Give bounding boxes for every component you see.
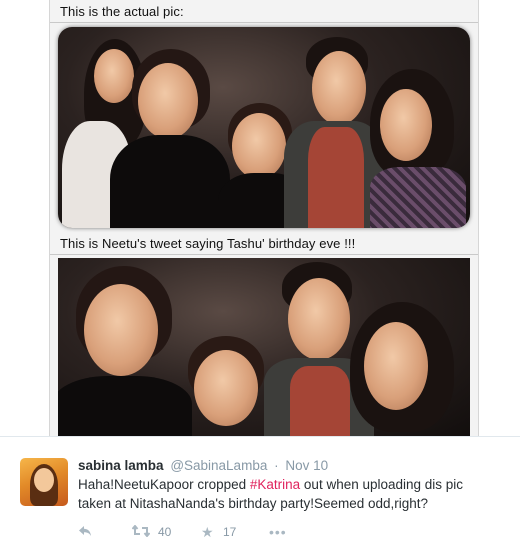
person-face	[312, 51, 366, 125]
person-shirt	[290, 366, 350, 436]
hashtag-link[interactable]: #Katrina	[250, 477, 300, 492]
person-face	[84, 284, 158, 376]
person-face	[380, 89, 432, 161]
person-face	[364, 322, 428, 410]
retweet-count: 40	[158, 525, 172, 539]
person-body	[110, 135, 230, 228]
more-icon[interactable]: •••	[269, 525, 287, 539]
divider	[50, 22, 478, 23]
avatar[interactable]	[20, 458, 68, 506]
person-body	[370, 167, 466, 228]
person-face	[232, 113, 286, 179]
tweet-text: Haha!NeetuKapoor cropped #Katrina out wh…	[78, 476, 498, 513]
separator: ·	[274, 458, 279, 473]
tweet-header: sabina lamba @SabinaLamba · Nov 10	[78, 458, 328, 473]
tweet-actions: 40 ★ 17 •••	[78, 523, 287, 540]
person-face	[288, 278, 350, 360]
person-face	[94, 49, 134, 103]
retweet-icon[interactable]	[131, 523, 152, 540]
tweet-text-part: Haha!NeetuKapoor cropped	[78, 477, 250, 492]
person-shirt	[308, 127, 364, 228]
caption-neetu-tweet: This is Neetu's tweet saying Tashu' birt…	[60, 236, 356, 251]
reply-icon[interactable]	[78, 525, 94, 539]
star-icon[interactable]: ★	[201, 525, 217, 539]
photo-original	[58, 27, 470, 228]
photo-cropped	[58, 258, 470, 436]
favorite-count: 17	[223, 525, 237, 539]
caption-actual-pic: This is the actual pic:	[60, 4, 184, 19]
tweet[interactable]: sabina lamba @SabinaLamba · Nov 10 Haha!…	[0, 436, 520, 559]
divider	[50, 254, 478, 255]
display-name[interactable]: sabina lamba	[78, 458, 164, 473]
person-body	[58, 376, 192, 436]
embedded-image[interactable]: This is the actual pic: This is Neetu's …	[49, 0, 479, 436]
avatar-face	[34, 468, 54, 492]
person-face	[138, 63, 198, 139]
timestamp[interactable]: Nov 10	[285, 458, 328, 473]
username[interactable]: @SabinaLamba	[170, 458, 267, 473]
person-face	[194, 350, 258, 426]
